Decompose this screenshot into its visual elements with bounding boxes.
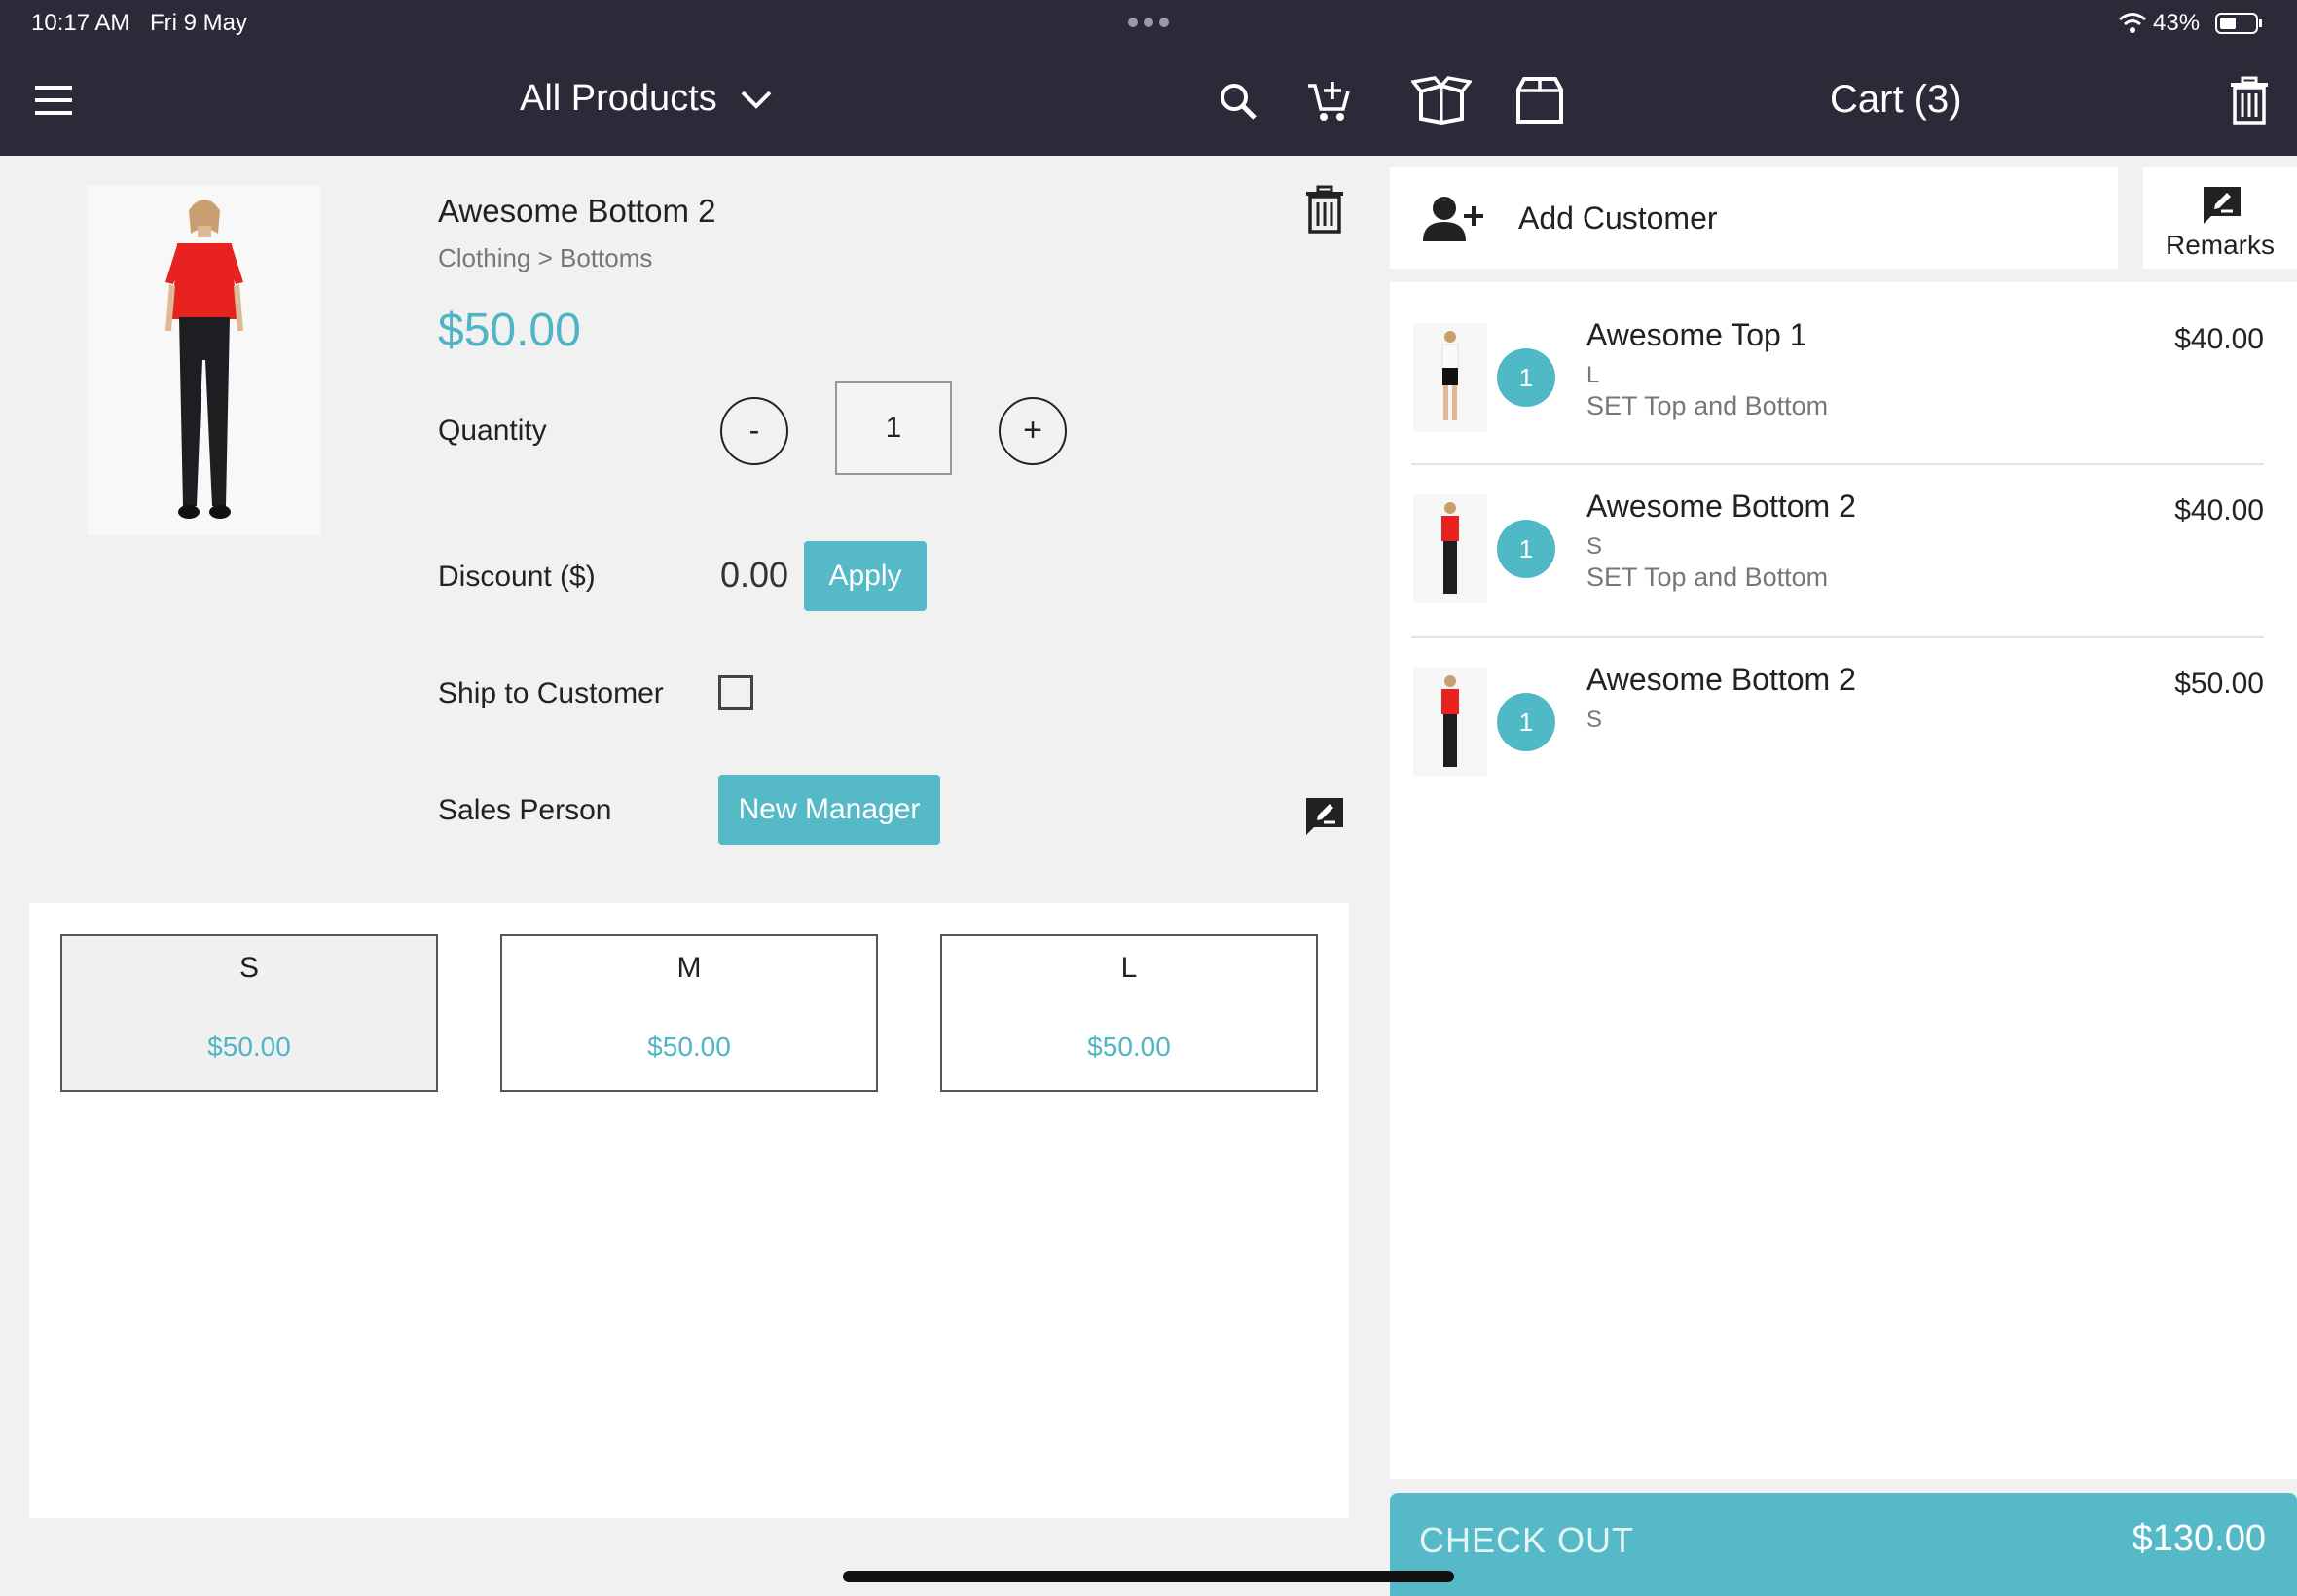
battery-percent: 43% bbox=[2153, 10, 2201, 36]
cart-item-variant: L bbox=[1586, 362, 1600, 388]
cart-item-quantity: 1 bbox=[1497, 520, 1555, 578]
sales-person-label: Sales Person bbox=[438, 794, 612, 826]
cart-title: Cart (3) bbox=[1830, 78, 1962, 121]
multitask-dots-icon[interactable] bbox=[1127, 16, 1170, 29]
cart-item-variant: S bbox=[1586, 707, 1603, 733]
cart-item-name: Awesome Top 1 bbox=[1586, 317, 1807, 352]
ship-to-customer-label: Ship to Customer bbox=[438, 677, 664, 709]
variant-option-s[interactable]: S $50.00 bbox=[60, 934, 438, 1092]
variant-size: S bbox=[238, 952, 259, 984]
variant-option-l[interactable]: L $50.00 bbox=[940, 934, 1318, 1092]
variant-size: L bbox=[1120, 952, 1138, 984]
open-box-icon[interactable] bbox=[1411, 76, 1472, 125]
checkout-button[interactable]: CHECK OUT $130.00 bbox=[1390, 1493, 2297, 1596]
quantity-label: Quantity bbox=[438, 415, 547, 447]
variant-option-m[interactable]: M $50.00 bbox=[500, 934, 878, 1092]
add-to-cart-icon[interactable] bbox=[1306, 78, 1351, 123]
remarks-icon bbox=[2202, 185, 2242, 226]
cart-item-price: $40.00 bbox=[2174, 494, 2264, 526]
battery-icon bbox=[2215, 12, 2264, 35]
product-delete-trash-icon[interactable] bbox=[1304, 185, 1345, 234]
product-category: Clothing > Bottoms bbox=[438, 243, 653, 272]
chevron-down-icon[interactable] bbox=[740, 90, 773, 111]
variant-size: M bbox=[676, 952, 702, 984]
cart-item-set: SET Top and Bottom bbox=[1586, 562, 1829, 592]
cart-item-quantity: 1 bbox=[1497, 348, 1555, 407]
variant-price: $50.00 bbox=[1087, 1032, 1171, 1062]
cart-item[interactable]: 1 Awesome Bottom 2 S $50.00 bbox=[1411, 638, 2264, 810]
quantity-plus-button[interactable]: + bbox=[999, 397, 1067, 465]
cart-item-variant: S bbox=[1586, 533, 1603, 560]
cart-item-thumbnail bbox=[1413, 494, 1487, 603]
discount-input[interactable]: 0.00 bbox=[720, 555, 788, 596]
status-date: Fri 9 May bbox=[150, 10, 248, 36]
cart-item-name: Awesome Bottom 2 bbox=[1586, 662, 1856, 697]
cart-item[interactable]: 1 Awesome Bottom 2 S SET Top and Bottom … bbox=[1411, 465, 2264, 638]
search-icon[interactable] bbox=[1219, 82, 1258, 121]
cart-item-quantity: 1 bbox=[1497, 693, 1555, 751]
cart-item-thumbnail bbox=[1413, 323, 1487, 432]
product-remarks-icon[interactable] bbox=[1304, 796, 1345, 837]
cart-item-set: SET Top and Bottom bbox=[1586, 391, 1829, 420]
product-image bbox=[88, 185, 321, 535]
quantity-input[interactable]: 1 bbox=[835, 381, 952, 475]
page-title[interactable]: All Products bbox=[520, 78, 717, 120]
cart-item-price: $40.00 bbox=[2174, 323, 2264, 355]
trash-icon[interactable] bbox=[2229, 76, 2270, 125]
discount-label: Discount ($) bbox=[438, 561, 596, 593]
cart-item-name: Awesome Bottom 2 bbox=[1586, 489, 1856, 524]
box-icon[interactable] bbox=[1514, 76, 1565, 125]
menu-icon[interactable] bbox=[35, 86, 72, 115]
checkout-label: CHECK OUT bbox=[1419, 1520, 1635, 1560]
cart-item-thumbnail bbox=[1413, 668, 1487, 777]
product-name: Awesome Bottom 2 bbox=[438, 193, 716, 229]
cart-item[interactable]: 1 Awesome Top 1 L SET Top and Bottom $40… bbox=[1411, 292, 2264, 465]
add-person-icon bbox=[1423, 195, 1485, 243]
apply-discount-button[interactable]: Apply bbox=[804, 541, 927, 611]
product-price: $50.00 bbox=[438, 305, 581, 356]
wifi-icon bbox=[2118, 12, 2147, 35]
checkout-total: $130.00 bbox=[2132, 1518, 2266, 1559]
add-customer-button[interactable]: Add Customer bbox=[1390, 167, 2118, 269]
status-time: 10:17 AM bbox=[31, 10, 130, 36]
ship-to-customer-checkbox[interactable] bbox=[718, 675, 753, 710]
remarks-button[interactable]: Remarks bbox=[2143, 167, 2297, 269]
add-customer-label: Add Customer bbox=[1518, 200, 1718, 236]
quantity-minus-button[interactable]: - bbox=[720, 397, 788, 465]
sales-person-button[interactable]: New Manager bbox=[718, 775, 940, 845]
cart-item-price: $50.00 bbox=[2174, 668, 2264, 700]
home-indicator[interactable] bbox=[843, 1571, 1454, 1582]
variant-price: $50.00 bbox=[207, 1032, 291, 1062]
remarks-label: Remarks bbox=[2165, 230, 2275, 260]
variant-price: $50.00 bbox=[647, 1032, 731, 1062]
